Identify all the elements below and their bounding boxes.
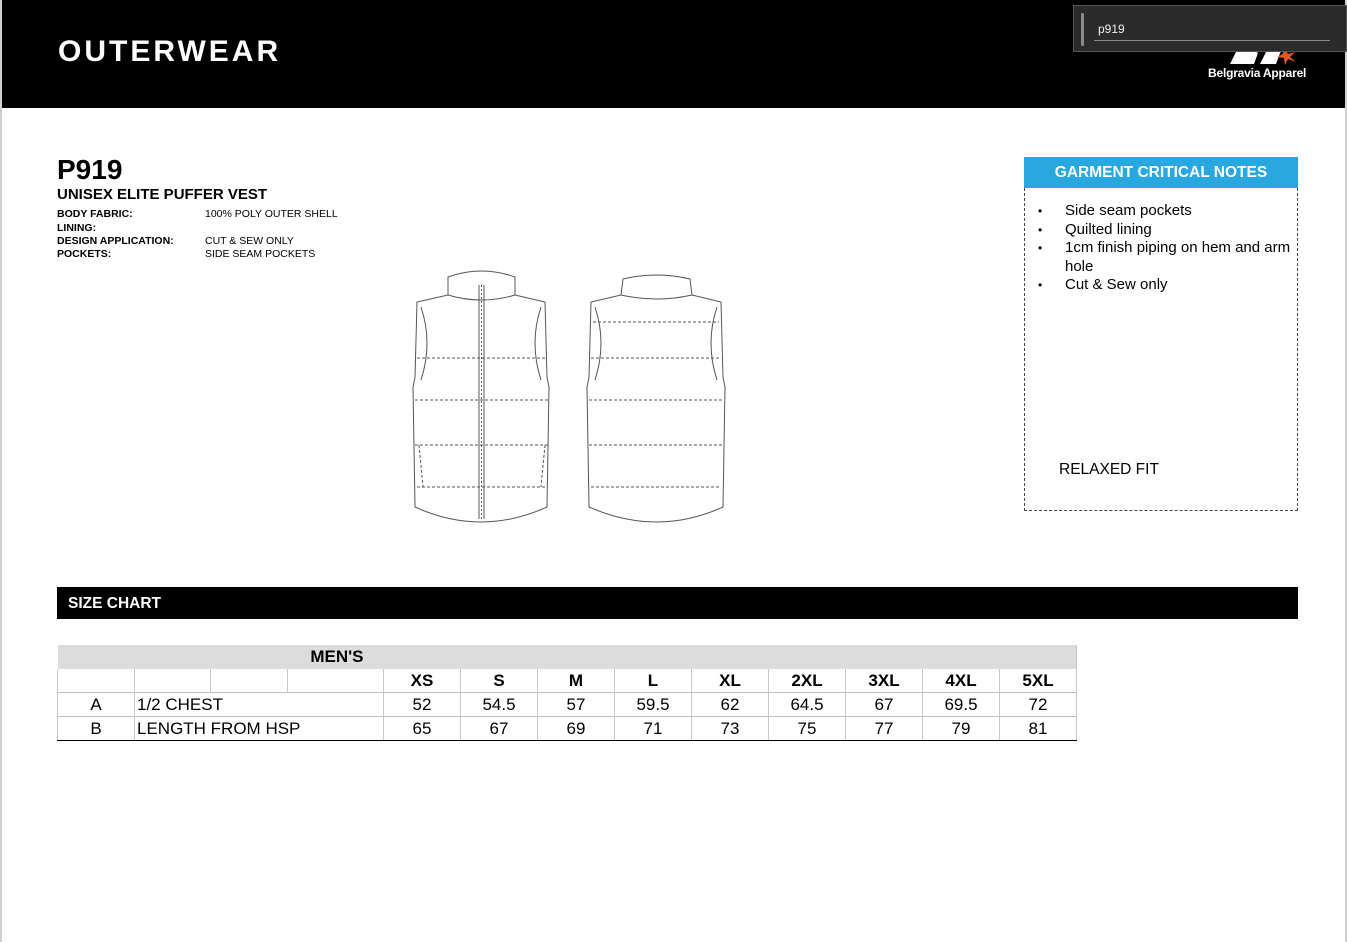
- table-cell: 67: [845, 692, 923, 717]
- group-label: MEN'S: [57, 645, 384, 669]
- category-title: OUTERWEAR: [58, 35, 282, 68]
- table-cell: 52: [383, 692, 461, 717]
- size-header: 4XL: [922, 669, 1000, 693]
- spec-label-design-application: DESIGN APPLICATION:: [57, 235, 174, 247]
- page-edge-left: [0, 0, 2, 942]
- product-code: P919: [57, 154, 123, 185]
- product-name: UNISEX ELITE PUFFER VEST: [57, 186, 268, 203]
- list-item: • Quilted lining: [1038, 220, 1295, 240]
- table-cell: 81: [999, 716, 1077, 741]
- table-group-row: MEN'S: [57, 645, 1077, 669]
- garment-technical-drawings: [412, 270, 726, 523]
- note-text: Quilted lining: [1065, 220, 1152, 238]
- table-cell: 64.5: [768, 692, 846, 717]
- table-row: A 1/2 CHEST 52 54.5 57 59.5 62 64.5 67 6…: [57, 692, 1077, 717]
- find-bar-accent: [1081, 13, 1084, 46]
- measure-code: A: [57, 692, 135, 717]
- bullet-icon: •: [1038, 204, 1043, 218]
- table-row: B LENGTH FROM HSP 65 67 69 71 73 75 77 7…: [57, 716, 1077, 741]
- group-fill: [383, 645, 1077, 669]
- size-header: XL: [691, 669, 769, 693]
- list-item: • Cut & Sew only: [1038, 276, 1295, 295]
- note-text: Cut & Sew only: [1065, 276, 1168, 293]
- list-item: • 1cm finish piping on hem and arm hole: [1038, 239, 1295, 276]
- spec-label-pockets: POCKETS:: [57, 248, 112, 260]
- size-header: XS: [383, 669, 461, 693]
- header-cell-blank: [210, 669, 288, 693]
- size-chart-bar: SIZE CHART: [57, 587, 1298, 619]
- bullet-icon: •: [1038, 278, 1043, 292]
- table-cell: 79: [922, 716, 1000, 741]
- measure-code: B: [57, 716, 135, 741]
- fit-label: RELAXED FIT: [1059, 461, 1159, 478]
- header-cell-blank: [134, 669, 211, 693]
- size-header: 5XL: [999, 669, 1077, 693]
- spec-value-pockets: SIDE SEAM POCKETS: [205, 248, 316, 260]
- table-cell: 57: [537, 692, 615, 717]
- table-cell: 77: [845, 716, 923, 741]
- spec-label-lining: LINING:: [57, 222, 97, 234]
- measure-name: LENGTH FROM HSP: [134, 716, 384, 741]
- table-cell: 69.5: [922, 692, 1000, 717]
- table-cell: 73: [691, 716, 769, 741]
- find-input[interactable]: [1094, 18, 1330, 41]
- list-item: • Side seam pockets: [1038, 202, 1295, 221]
- table-cell: 71: [614, 716, 692, 741]
- spec-value-body-fabric: 100% POLY OUTER SHELL: [205, 208, 338, 220]
- size-header: M: [537, 669, 615, 693]
- note-text: 1cm finish piping on hem and arm hole: [1065, 239, 1291, 275]
- brand-name: Belgravia Apparel: [1208, 66, 1307, 80]
- note-text: Side seam pockets: [1065, 202, 1192, 219]
- find-bar: [1073, 5, 1347, 52]
- notes-title: GARMENT CRITICAL NOTES: [1024, 157, 1298, 188]
- table-cell: 65: [383, 716, 461, 741]
- size-chart-table: MEN'S XS S M L XL 2XL 3XL 4XL 5XL A 1/2 …: [57, 645, 1077, 741]
- table-cell: 62: [691, 692, 769, 717]
- notes-box: • Side seam pockets • Quilted lining • 1cm …: [1024, 188, 1298, 511]
- table-cell: 54.5: [460, 692, 538, 717]
- size-header: 3XL: [845, 669, 923, 693]
- table-cell: 67: [460, 716, 538, 741]
- size-header: L: [614, 669, 692, 693]
- bullet-icon: •: [1038, 222, 1043, 237]
- notes-list: • Side seam pockets • Quilted lining • 1cm …: [1038, 202, 1295, 295]
- size-header: S: [460, 669, 538, 693]
- table-header-row: XS S M L XL 2XL 3XL 4XL 5XL: [57, 669, 1077, 693]
- vest-back-drawing: [586, 274, 726, 523]
- bullet-icon: •: [1038, 241, 1043, 255]
- table-cell: 59.5: [614, 692, 692, 717]
- table-cell: 69: [537, 716, 615, 741]
- spec-value-design-application: CUT & SEW ONLY: [205, 235, 294, 247]
- table-cell: 72: [999, 692, 1077, 717]
- header-cell-blank: [57, 669, 135, 693]
- vest-front-drawing: [412, 270, 550, 523]
- measure-name: 1/2 CHEST: [134, 692, 384, 717]
- size-header: 2XL: [768, 669, 846, 693]
- size-chart-title: SIZE CHART: [68, 595, 161, 612]
- spec-label-body-fabric: BODY FABRIC:: [57, 208, 133, 220]
- header-cell-blank: [287, 669, 384, 693]
- table-cell: 75: [768, 716, 846, 741]
